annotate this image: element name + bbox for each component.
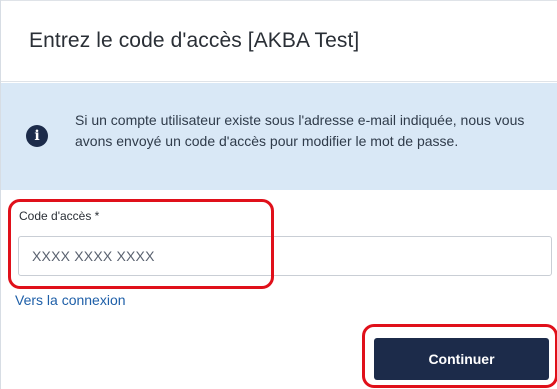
dialog-title: Entrez le code d'accès [AKBA Test] [29, 29, 360, 52]
info-message-text: Si un compte utilisateur existe sous l'a… [75, 112, 525, 149]
access-code-label: Code d'accès * [19, 209, 100, 223]
dialog-header: Entrez le code d'accès [AKBA Test] [1, 0, 557, 82]
info-icon: i [26, 125, 48, 147]
continue-button[interactable]: Continuer [374, 338, 549, 380]
access-code-input[interactable] [18, 236, 552, 276]
access-code-dialog: Entrez le code d'accès [AKBA Test] i Si … [0, 0, 557, 389]
back-to-login-link[interactable]: Vers la connexion [15, 292, 126, 308]
